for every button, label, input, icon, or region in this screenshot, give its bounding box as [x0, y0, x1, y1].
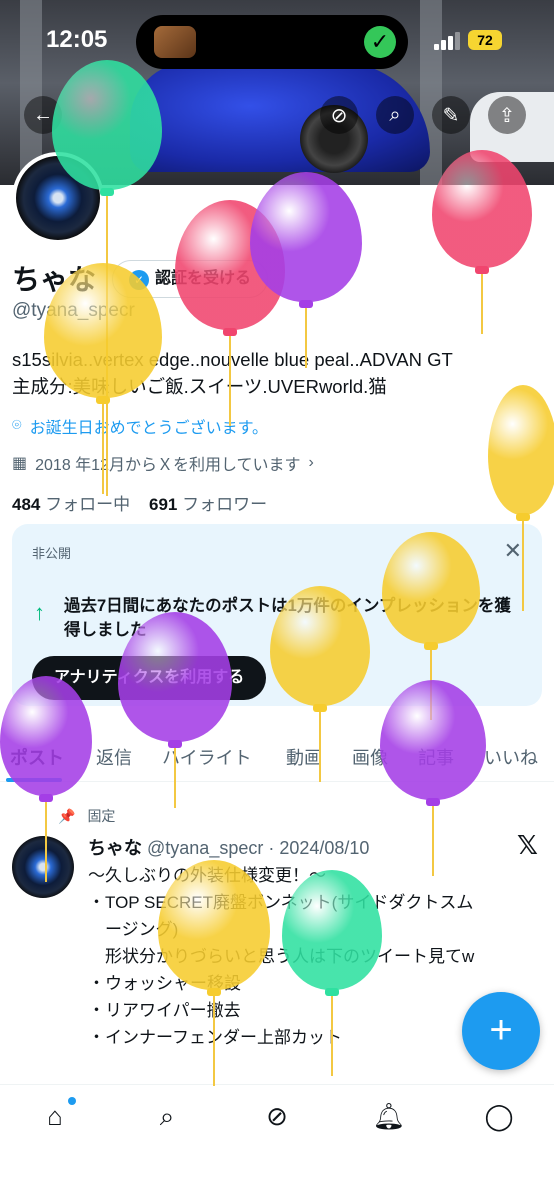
profile-tabs: ポスト 返信 ハイライト 動画 画像 記事 いいね — [0, 734, 554, 782]
arrow-up-icon: ↑ — [34, 600, 45, 625]
compose-plus-icon[interactable]: + — [462, 992, 540, 1070]
balloon — [250, 172, 362, 368]
analytics-card: 非公開 ✕ ↑ 過去7日間にあなたのポストは1万件のインプレッションを獲得しまし… — [12, 524, 542, 706]
pinned-header: 📌 固定 — [58, 806, 115, 826]
checkmark-icon: ✓ — [364, 26, 396, 58]
bell-icon[interactable]: 🔔︎ — [372, 1101, 406, 1135]
back-arrow-icon[interactable]: ← — [24, 96, 62, 134]
x-logo-icon[interactable]: 𝕏 — [517, 830, 538, 861]
tweet-line: 形状分かりづらいと思う人は下のツイート見てw — [88, 947, 475, 966]
search-icon[interactable]: ⌕ — [376, 96, 414, 134]
analytics-button[interactable]: アナリティクスを利用する — [32, 656, 267, 700]
profile-avatar[interactable] — [12, 152, 104, 244]
status-time: 12:05 — [46, 26, 108, 53]
tab-posts[interactable]: ポスト — [10, 744, 64, 770]
joined-text: 2018 年12月からＸを利用しています — [35, 457, 301, 474]
location-pin-icon: ⌾ — [12, 417, 22, 434]
tab-indicator — [6, 778, 62, 782]
battery-indicator: 72 — [468, 30, 502, 50]
profile-location: ⌾ お誕生日おめでとうございます。 — [12, 414, 268, 438]
verify-button-label: 認証を受ける — [155, 270, 252, 287]
pinned-label: 固定 — [87, 808, 116, 824]
profile-joined: ▦ 2018 年12月からＸを利用しています › — [12, 451, 314, 475]
messages-icon[interactable]: ◯ — [482, 1101, 516, 1135]
tab-highlights[interactable]: ハイライト — [162, 744, 252, 770]
tab-likes[interactable]: いいね — [484, 744, 538, 770]
dynamic-island[interactable]: ✓ — [136, 15, 408, 69]
following-link[interactable]: 484 フォロー中 — [12, 495, 130, 514]
tweet-line: 〜久しぶりの外装仕様変更！〜 — [88, 866, 326, 885]
tweet-avatar[interactable] — [12, 836, 74, 898]
close-icon[interactable]: ✕ — [504, 538, 522, 564]
bio-line: 主成分:美味しいご飯.スイーツ.UVERworld.猫 — [12, 376, 387, 397]
tweet-line: ・TOP SECRET廃盤ボンネット(サイドダクトスム — [88, 893, 474, 912]
analytics-message: 過去7日間にあなたのポストは1万件のインプレッションを獲得しました — [64, 597, 511, 639]
tab-articles[interactable]: 記事 — [418, 744, 454, 770]
followers-link[interactable]: 691 フォロワー — [149, 495, 267, 514]
follow-stats: 484 フォロー中 691 フォロワー — [12, 490, 267, 515]
profile-bio: s15silvia..vertex edge..nouvelle blue pe… — [12, 346, 542, 400]
verify-button[interactable]: ✓ 認証を受ける — [112, 260, 269, 298]
tab-images[interactable]: 画像 — [352, 744, 388, 770]
tweet-handle-date: @tyana_specr · 2024/08/10 — [147, 838, 370, 858]
share-icon[interactable]: ⇪ — [488, 96, 526, 134]
bio-line: s15silvia..vertex edge..nouvelle blue pe… — [12, 349, 453, 370]
profile-name: ちゃな — [12, 264, 97, 295]
tweet-line: ージング) — [88, 920, 179, 939]
tab-videos[interactable]: 動画 — [286, 744, 322, 770]
verified-badge-icon: ✓ — [129, 270, 149, 290]
tweet-author: ちゃな — [88, 838, 142, 858]
tweet-line: ・ウォッシャー移設 — [88, 974, 241, 993]
media-thumbnail — [154, 26, 196, 58]
pencil-icon[interactable]: ✎ — [432, 96, 470, 134]
tweet-author-line[interactable]: ちゃな @tyana_specr · 2024/08/10 — [88, 834, 369, 860]
profile-handle: @tyana_specr — [12, 300, 135, 321]
bottom-nav: ⌂ ⌕ ⊘ 🔔︎ ◯ — [0, 1084, 554, 1200]
status-bar: 12:05 ✓ 72 — [0, 0, 554, 80]
grok-icon[interactable]: ⊘ — [320, 96, 358, 134]
private-label: 非公開 — [32, 546, 72, 561]
grok-icon[interactable]: ⊘ — [260, 1101, 294, 1135]
tab-replies[interactable]: 返信 — [96, 744, 132, 770]
location-text: お誕生日おめでとうございます。 — [29, 420, 269, 437]
chevron-right-icon[interactable]: › — [308, 454, 313, 472]
pin-icon: 📌 — [58, 807, 76, 824]
calendar-icon: ▦ — [12, 455, 28, 472]
signal-icon — [434, 32, 462, 50]
search-icon[interactable]: ⌕ — [150, 1101, 184, 1135]
home-icon[interactable]: ⌂ — [38, 1097, 76, 1135]
